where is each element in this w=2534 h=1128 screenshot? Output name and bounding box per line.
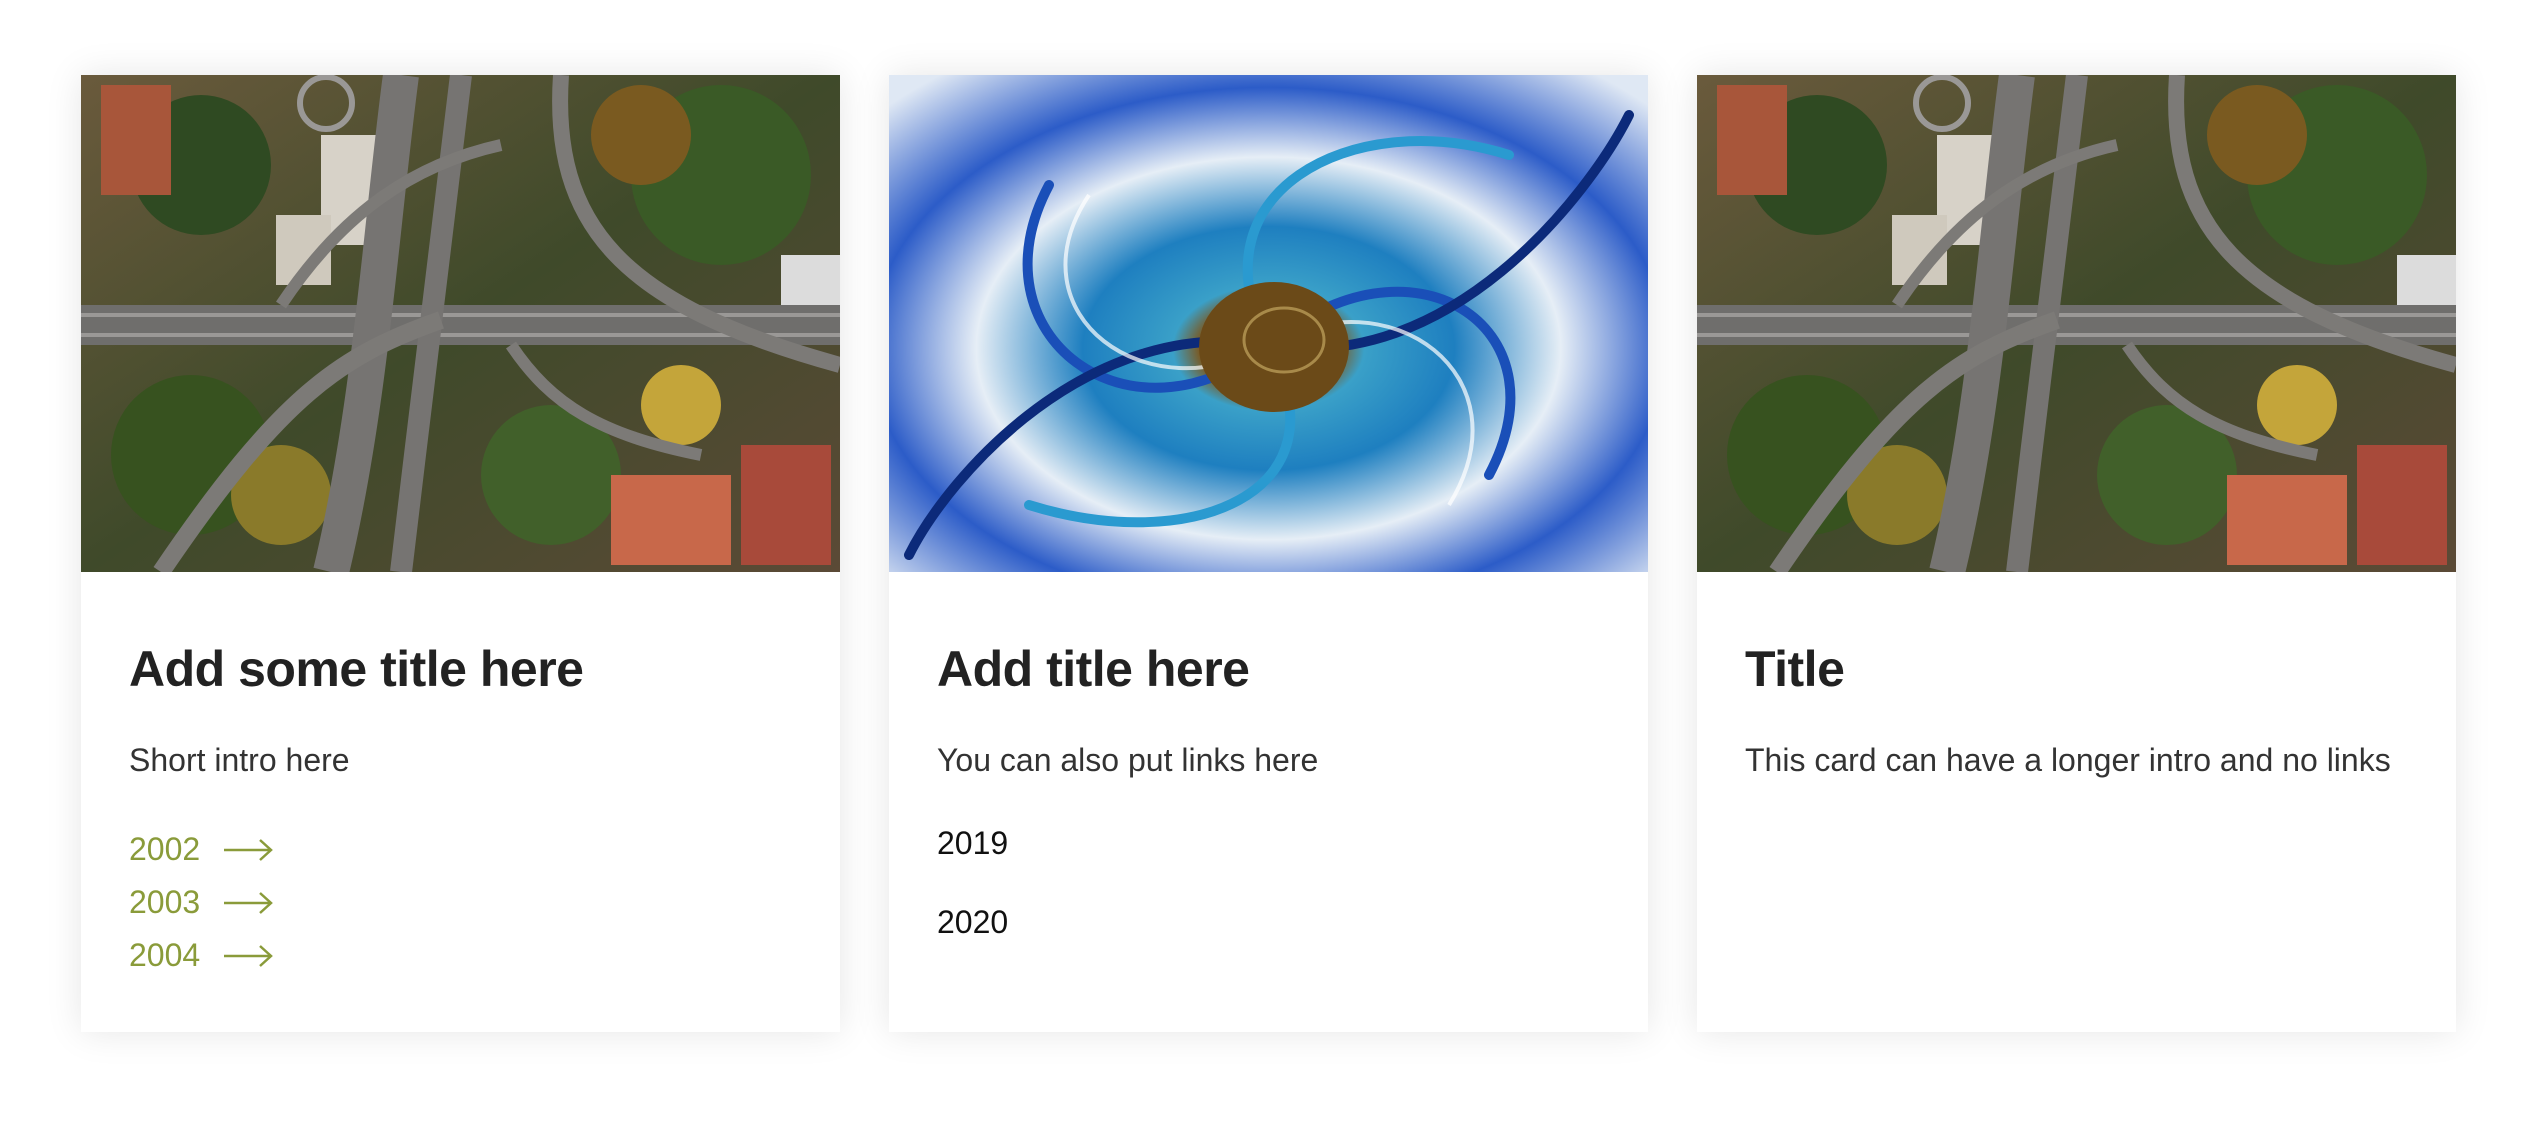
link-label: 2004 [129,937,201,974]
card-2: Add title here You can also put links he… [889,75,1648,1032]
card-image-aerial-highway [81,75,840,572]
list-item: 2019 [937,825,1009,862]
card-intro: Short intro here [129,742,350,778]
card-title: Add some title here [129,641,584,697]
year-link-2003[interactable]: 2003 [129,876,792,929]
card-body: Add some title here Short intro here 200… [81,572,840,982]
list-item: 2020 [937,904,1009,941]
item-list: 2019 2020 [937,827,1600,985]
card-body: Add title here You can also put links he… [889,572,1648,985]
card-body: Title This card can have a longer intro … [1697,572,2456,779]
link-label: 2003 [129,884,201,921]
link-list: 2002 2003 2004 [129,823,792,982]
card-grid: Add some title here Short intro here 200… [81,75,2456,1032]
card-3: Title This card can have a longer intro … [1697,75,2456,1032]
arrow-right-icon [224,838,274,861]
card-title: Title [1745,641,1845,697]
card-intro: This card can have a longer intro and no… [1745,742,2391,778]
card-title: Add title here [937,641,1250,697]
link-label: 2002 [129,831,201,868]
arrow-right-icon [224,891,274,914]
card-1: Add some title here Short intro here 200… [81,75,840,1032]
card-intro: You can also put links here [937,742,1319,778]
year-link-2002[interactable]: 2002 [129,823,792,876]
card-image-blue-swirl [889,75,1648,572]
card-image-aerial-highway [1697,75,2456,572]
arrow-right-icon [224,944,274,967]
year-link-2004[interactable]: 2004 [129,929,792,982]
